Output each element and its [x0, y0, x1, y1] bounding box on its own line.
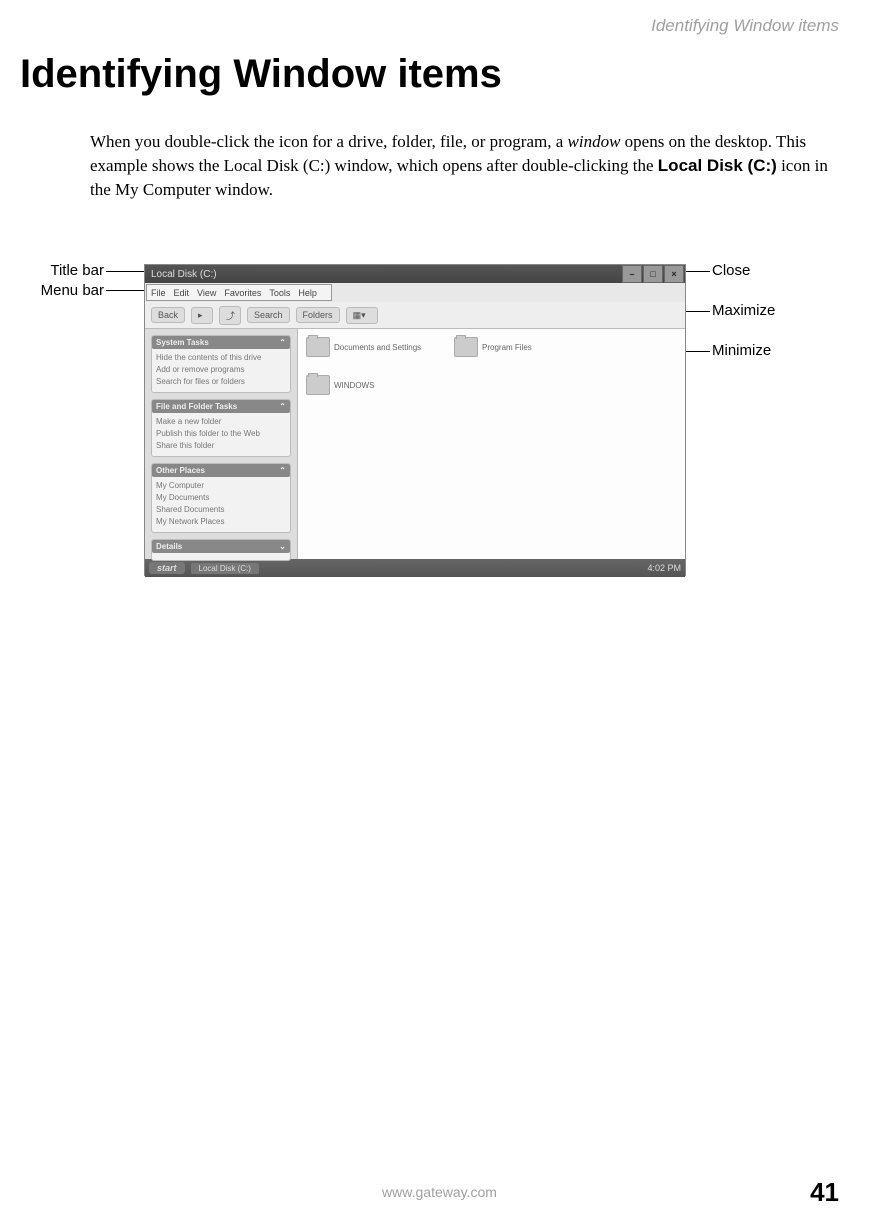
expand-icon[interactable]: ⌄ [279, 542, 286, 551]
other-places-title: Other Places [156, 466, 205, 475]
figure-area: Title bar Menu bar Close Maximize Minimi… [0, 260, 879, 600]
up-button[interactable]: ⤴ [219, 306, 241, 325]
label-menu-bar: Menu bar [8, 282, 104, 299]
start-button[interactable]: start [149, 562, 185, 574]
details-panel: Details ⌄ [151, 539, 291, 561]
footer-url: www.gateway.com [0, 1184, 879, 1200]
folder-item[interactable]: Program Files [454, 337, 584, 357]
folder-label: WINDOWS [334, 381, 374, 390]
menu-help[interactable]: Help [298, 288, 317, 298]
menu-file[interactable]: File [151, 288, 166, 298]
toolbar: Back ▸ ⤴ Search Folders ▦▾ [145, 302, 685, 329]
menu-favorites[interactable]: Favorites [224, 288, 261, 298]
menu-edit[interactable]: Edit [174, 288, 190, 298]
panel-item[interactable]: My Documents [156, 492, 286, 504]
running-header: Identifying Window items [651, 16, 839, 36]
panel-item[interactable]: Hide the contents of this drive [156, 352, 286, 364]
system-tasks-panel: System Tasks ⌃ Hide the contents of this … [151, 335, 291, 393]
folder-icon [306, 337, 330, 357]
panel-item[interactable]: Search for files or folders [156, 376, 286, 388]
taskbar-item[interactable]: Local Disk (C:) [191, 563, 259, 574]
folders-button[interactable]: Folders [296, 307, 340, 323]
window-control-group: – □ × [622, 265, 685, 283]
menu-view[interactable]: View [197, 288, 216, 298]
title-bar: Local Disk (C:) – □ × [145, 265, 685, 283]
panel-item[interactable]: Make a new folder [156, 416, 286, 428]
label-title-bar: Title bar [8, 262, 104, 279]
other-places-panel: Other Places ⌃ My Computer My Documents S… [151, 463, 291, 533]
collapse-icon[interactable]: ⌃ [279, 338, 286, 347]
panel-item[interactable]: My Network Places [156, 516, 286, 528]
page-number: 41 [810, 1177, 839, 1208]
callout-line-close [682, 271, 710, 272]
screenshot-window: Local Disk (C:) – □ × File Edit View Fav… [144, 264, 686, 576]
views-button[interactable]: ▦▾ [346, 307, 378, 324]
intro-paragraph: When you double-click the icon for a dri… [90, 130, 839, 201]
back-button[interactable]: Back [151, 307, 185, 323]
task-pane: System Tasks ⌃ Hide the contents of this … [145, 329, 298, 559]
minimize-button[interactable]: – [622, 265, 642, 283]
taskbar: start Local Disk (C:) 4:02 PM [145, 559, 685, 577]
window-content: System Tasks ⌃ Hide the contents of this … [145, 329, 685, 559]
label-maximize: Maximize [712, 302, 775, 319]
callout-line-title-bar [106, 271, 144, 272]
maximize-button[interactable]: □ [643, 265, 663, 283]
menu-tools[interactable]: Tools [269, 288, 290, 298]
details-title: Details [156, 542, 182, 551]
para-text-1: When you double-click the icon for a dri… [90, 132, 568, 151]
panel-item[interactable]: Publish this folder to the Web [156, 428, 286, 440]
panel-item[interactable]: Share this folder [156, 440, 286, 452]
local-disk-bold: Local Disk (C:) [658, 156, 777, 175]
file-folder-tasks-title: File and Folder Tasks [156, 402, 237, 411]
label-close: Close [712, 262, 750, 279]
title-bar-text: Local Disk (C:) [151, 269, 217, 280]
callout-line-menu-bar [106, 290, 144, 291]
menu-bar[interactable]: File Edit View Favorites Tools Help [146, 284, 332, 301]
system-tasks-title: System Tasks [156, 338, 209, 347]
taskbar-clock: 4:02 PM [647, 563, 681, 573]
folder-item[interactable]: Documents and Settings [306, 337, 436, 357]
folder-label: Program Files [482, 343, 532, 352]
search-button[interactable]: Search [247, 307, 290, 323]
close-button[interactable]: × [664, 265, 684, 283]
label-minimize: Minimize [712, 342, 771, 359]
collapse-icon[interactable]: ⌃ [279, 402, 286, 411]
collapse-icon[interactable]: ⌃ [279, 466, 286, 475]
panel-item[interactable]: Add or remove programs [156, 364, 286, 376]
page-heading: Identifying Window items [20, 52, 502, 97]
folder-item[interactable]: WINDOWS [306, 375, 436, 395]
folder-icon [454, 337, 478, 357]
panel-item[interactable]: My Computer [156, 480, 286, 492]
folder-label: Documents and Settings [334, 343, 421, 352]
file-folder-tasks-panel: File and Folder Tasks ⌃ Make a new folder… [151, 399, 291, 457]
folder-icon [306, 375, 330, 395]
forward-button[interactable]: ▸ [191, 307, 213, 324]
folder-view[interactable]: Documents and Settings Program Files WIN… [298, 329, 685, 559]
window-word: window [568, 132, 621, 151]
panel-item[interactable]: Shared Documents [156, 504, 286, 516]
